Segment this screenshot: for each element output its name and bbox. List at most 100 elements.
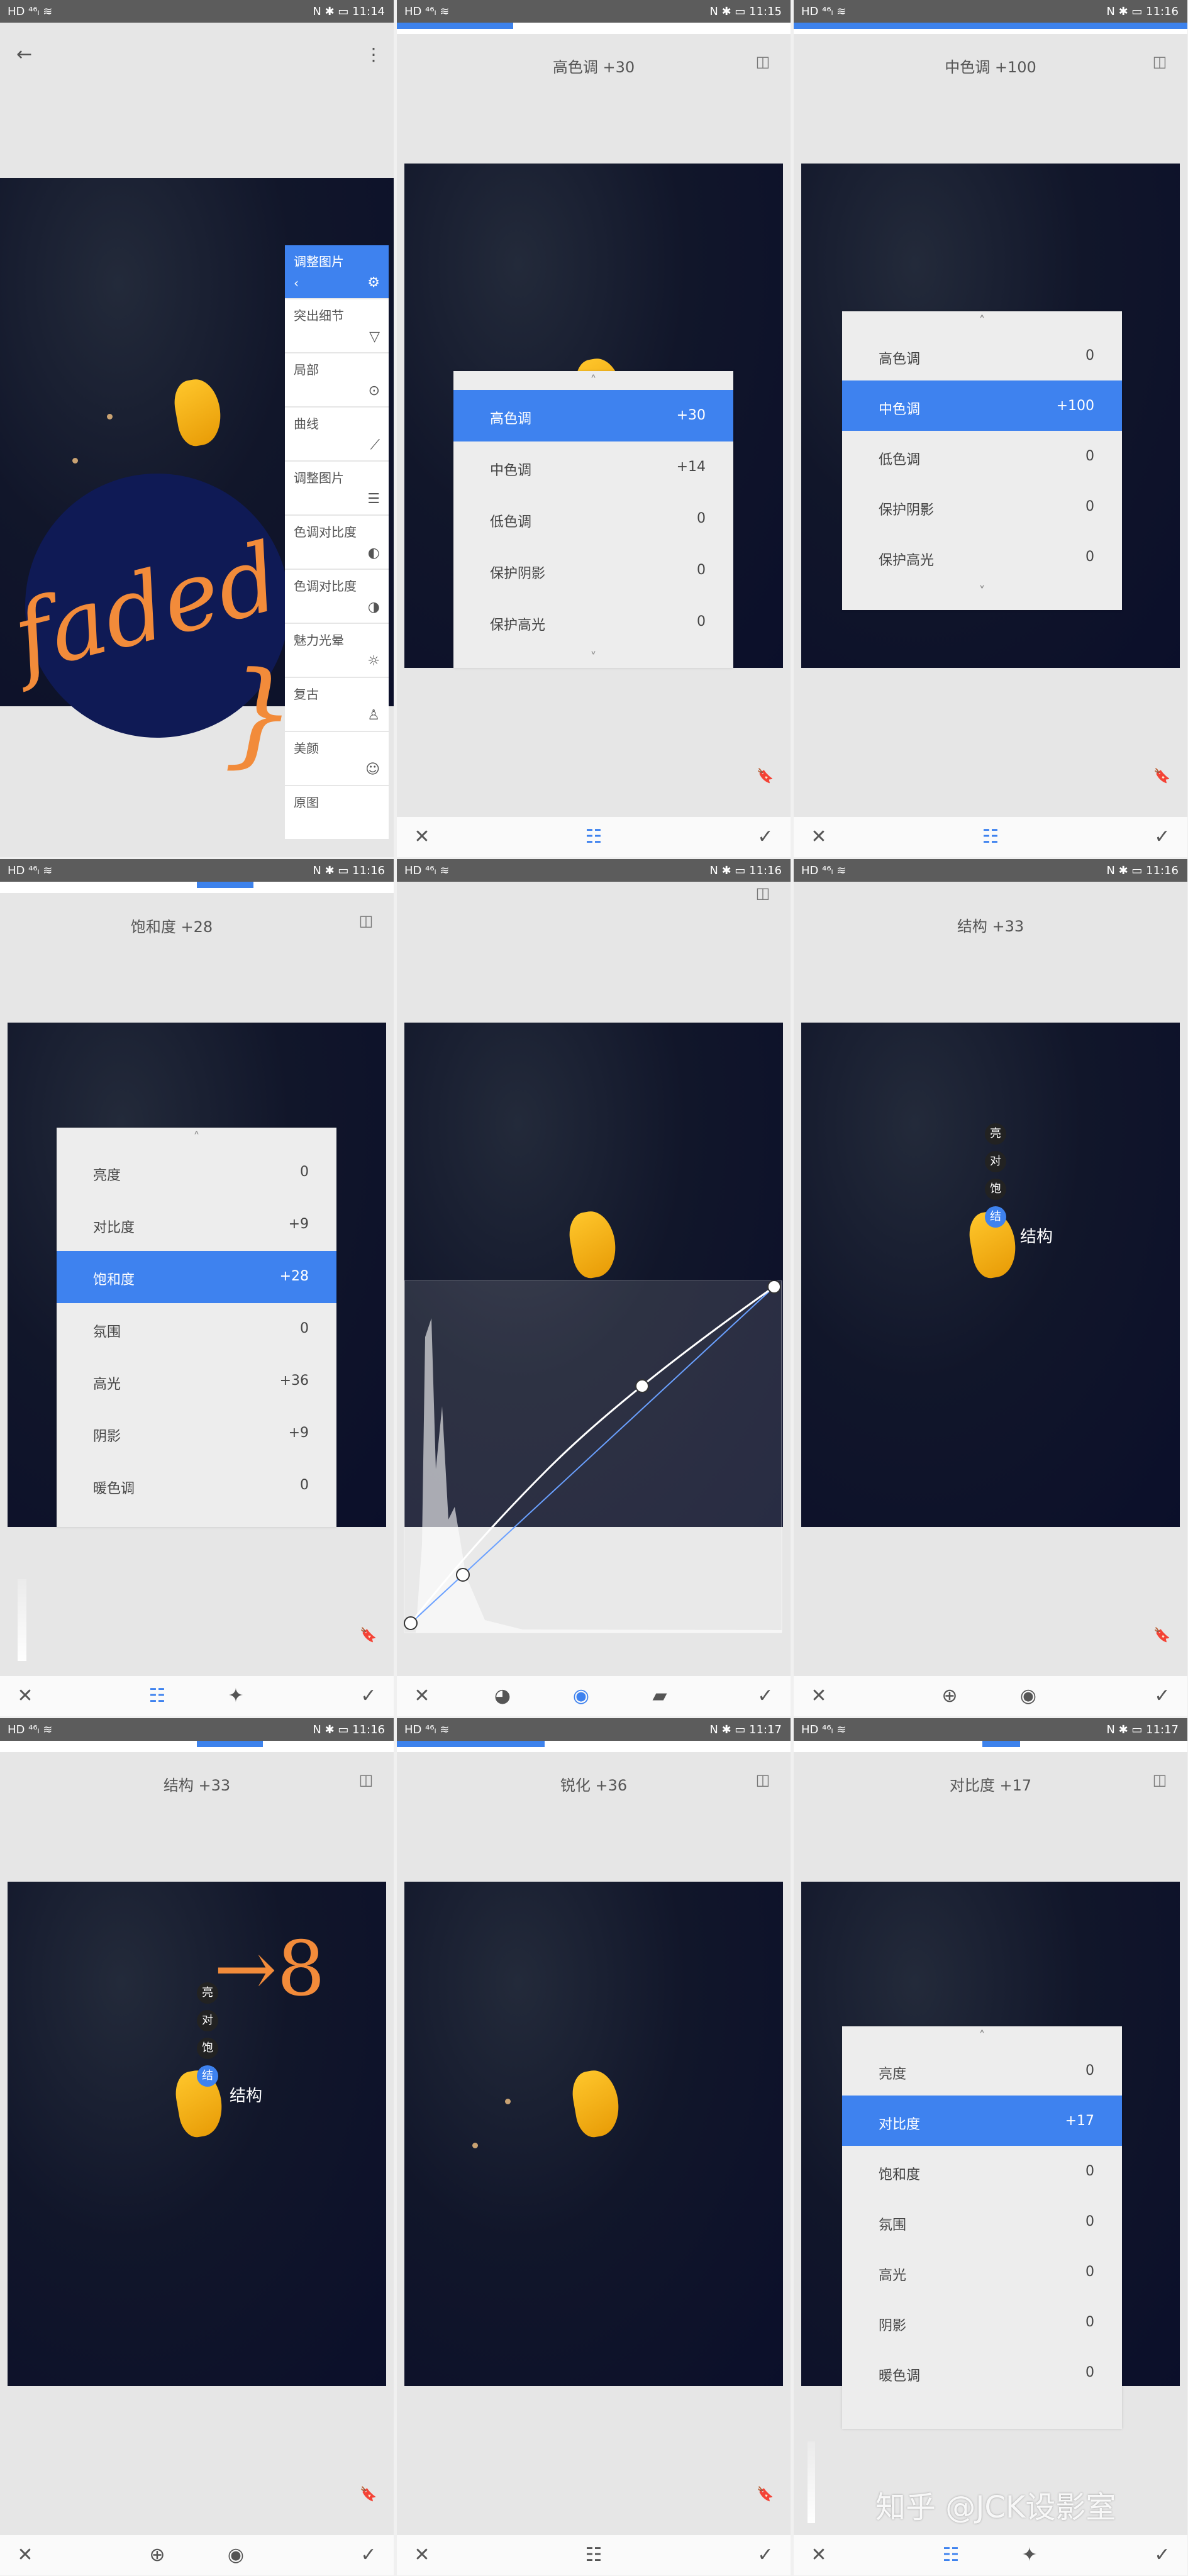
menu-row-midtones[interactable]: 中色调 +14: [453, 441, 733, 493]
photo-preview: [404, 1882, 783, 2386]
close-icon[interactable]: ✕: [411, 1685, 433, 1707]
check-icon[interactable]: ✓: [1151, 826, 1174, 848]
control-point-saturation[interactable]: 饱: [197, 2038, 218, 2059]
check-icon[interactable]: ✓: [1151, 2544, 1174, 2567]
curve-editor[interactable]: [397, 1280, 791, 1639]
close-icon[interactable]: ✕: [808, 2544, 830, 2567]
eye-icon[interactable]: ◉: [225, 2544, 247, 2567]
check-icon[interactable]: ✓: [1151, 1685, 1174, 1707]
bookmark-icon[interactable]: 🔖: [360, 1628, 377, 1644]
check-icon[interactable]: ✓: [357, 2544, 380, 2567]
menu-row-ambiance[interactable]: 氛围 0: [842, 2196, 1122, 2246]
menu-row-ambiance[interactable]: 氛围 0: [57, 1303, 336, 1355]
menu-row-shadows[interactable]: 阴影 +9: [57, 1407, 336, 1460]
control-point-structure[interactable]: 结: [197, 2065, 218, 2087]
bookmark-icon[interactable]: 🔖: [757, 769, 774, 785]
menu-row-saturation[interactable]: 饱和度 +28: [57, 1251, 336, 1303]
compare-icon[interactable]: ◫: [357, 1771, 375, 1789]
compare-icon[interactable]: ◫: [754, 53, 772, 70]
tool-item-vintage[interactable]: 复古 ♙: [285, 678, 389, 732]
sliders-icon[interactable]: ☷: [940, 2544, 962, 2567]
check-icon[interactable]: ✓: [754, 2544, 777, 2567]
close-icon[interactable]: ✕: [14, 1685, 36, 1707]
compare-icon[interactable]: ◫: [1151, 1771, 1169, 1789]
watermark: 知乎 @JCK设影室: [875, 2490, 1116, 2525]
tool-item-details[interactable]: 突出细节 ▽: [285, 299, 389, 353]
control-point-structure[interactable]: 结: [985, 1206, 1006, 1228]
control-point-stack: 亮 对 饱 结: [980, 1117, 1011, 1234]
compare-icon[interactable]: ◫: [754, 1771, 772, 1789]
sliders-icon[interactable]: ☷: [146, 1685, 169, 1707]
sliders-icon[interactable]: ☷: [582, 826, 605, 848]
sliders-icon[interactable]: ☷: [979, 826, 1002, 848]
status-bar: HD ⁴⁶ₗ ≋ N ✱ ▭ 11:16: [794, 0, 1187, 23]
menu-row-contrast[interactable]: 对比度 +17: [842, 2096, 1122, 2146]
tool-item-tonal-2[interactable]: 色调对比度 ◑: [285, 570, 389, 624]
menu-row-highlights[interactable]: 高色调 0: [842, 330, 1122, 380]
control-point-saturation[interactable]: 饱: [985, 1179, 1006, 1200]
chevron-up-icon[interactable]: ˄: [842, 2026, 1122, 2045]
menu-row-highlights[interactable]: 高光 0: [842, 2246, 1122, 2297]
eraser-icon[interactable]: ▰: [648, 1685, 671, 1707]
menu-row-brightness[interactable]: 亮度 0: [57, 1146, 336, 1199]
tool-item-tonal[interactable]: 色调对比度 ◐: [285, 516, 389, 570]
compare-icon[interactable]: ◫: [754, 884, 772, 902]
bookmark-icon[interactable]: 🔖: [757, 2487, 774, 2503]
eye-icon[interactable]: ◉: [1017, 1685, 1040, 1707]
more-menu-icon[interactable]: ⋮: [365, 45, 382, 64]
close-icon[interactable]: ✕: [14, 2544, 36, 2567]
tool-item-glamour[interactable]: 魅力光晕 ☼: [285, 624, 389, 678]
tool-item-original[interactable]: 原图: [285, 786, 389, 840]
menu-row-saturation[interactable]: 饱和度 0: [842, 2146, 1122, 2196]
menu-row-highlights[interactable]: 高色调 +30: [453, 390, 733, 441]
menu-row-shadows[interactable]: 低色调 0: [842, 431, 1122, 481]
chevron-up-icon[interactable]: ˄: [842, 311, 1122, 330]
compare-icon[interactable]: ◫: [357, 912, 375, 930]
sliders-icon[interactable]: ☷: [582, 2544, 605, 2567]
control-point-brightness[interactable]: 亮: [985, 1123, 1006, 1145]
chevron-down-icon[interactable]: ˅: [453, 648, 733, 667]
bookmark-icon[interactable]: 🔖: [1153, 769, 1170, 785]
tool-item-selective[interactable]: 局部 ⊙: [285, 353, 389, 408]
menu-row-contrast[interactable]: 对比度 +9: [57, 1199, 336, 1251]
menu-row-midtones[interactable]: 中色调 +100: [842, 380, 1122, 431]
add-point-icon[interactable]: ⊕: [146, 2544, 169, 2567]
close-icon[interactable]: ✕: [808, 1685, 830, 1707]
menu-row-protect-highlights[interactable]: 保护高光 0: [453, 596, 733, 648]
close-icon[interactable]: ✕: [411, 2544, 433, 2567]
tool-item-curves[interactable]: 曲线 ⟋: [285, 408, 389, 462]
menu-row-brightness[interactable]: 亮度 0: [842, 2045, 1122, 2096]
control-point-contrast[interactable]: 对: [985, 1151, 1006, 1172]
control-point-contrast[interactable]: 对: [197, 2010, 218, 2031]
handwritten-arrow-annotation: →8: [214, 1926, 325, 2013]
menu-row-warmth[interactable]: 暖色调 0: [842, 2347, 1122, 2397]
menu-row-protect-highlights[interactable]: 保护高光 0: [842, 531, 1122, 582]
add-point-icon[interactable]: ⊕: [938, 1685, 961, 1707]
close-icon[interactable]: ✕: [411, 826, 433, 848]
menu-row-shadows[interactable]: 低色调 0: [453, 493, 733, 545]
tone-icon[interactable]: ◕: [491, 1685, 514, 1707]
tool-item-tune[interactable]: 调整图片 ☰: [285, 462, 389, 516]
check-icon[interactable]: ✓: [357, 1685, 380, 1707]
menu-row-shadows[interactable]: 阴影 0: [842, 2297, 1122, 2347]
chevron-down-icon[interactable]: ˅: [842, 582, 1122, 601]
menu-row-protect-shadows[interactable]: 保护阴影 0: [453, 545, 733, 596]
tool-item-face[interactable]: 美颜 ☺: [285, 732, 389, 786]
menu-row-warmth[interactable]: 暖色调 0: [57, 1460, 336, 1512]
bookmark-icon[interactable]: 🔖: [1153, 1628, 1170, 1644]
compare-icon[interactable]: ◫: [1151, 53, 1169, 70]
check-icon[interactable]: ✓: [754, 1685, 777, 1707]
back-arrow-icon[interactable]: ←: [16, 45, 35, 64]
menu-row-highlights[interactable]: 高光 +36: [57, 1355, 336, 1407]
close-icon[interactable]: ✕: [808, 826, 830, 848]
chevron-up-icon[interactable]: ˄: [453, 371, 733, 390]
magic-wand-icon[interactable]: ✦: [225, 1685, 247, 1707]
check-icon[interactable]: ✓: [754, 826, 777, 848]
bookmark-icon[interactable]: 🔖: [360, 2487, 377, 2503]
back-chevron-icon[interactable]: ‹: [294, 275, 299, 291]
menu-row-protect-shadows[interactable]: 保护阴影 0: [842, 481, 1122, 531]
tool-item-adjust[interactable]: 调整图片 ⚙ ‹: [285, 245, 389, 299]
eye-icon[interactable]: ◉: [570, 1685, 592, 1707]
magic-wand-icon[interactable]: ✦: [1018, 2544, 1041, 2567]
chevron-up-icon[interactable]: ˄: [57, 1128, 336, 1146]
